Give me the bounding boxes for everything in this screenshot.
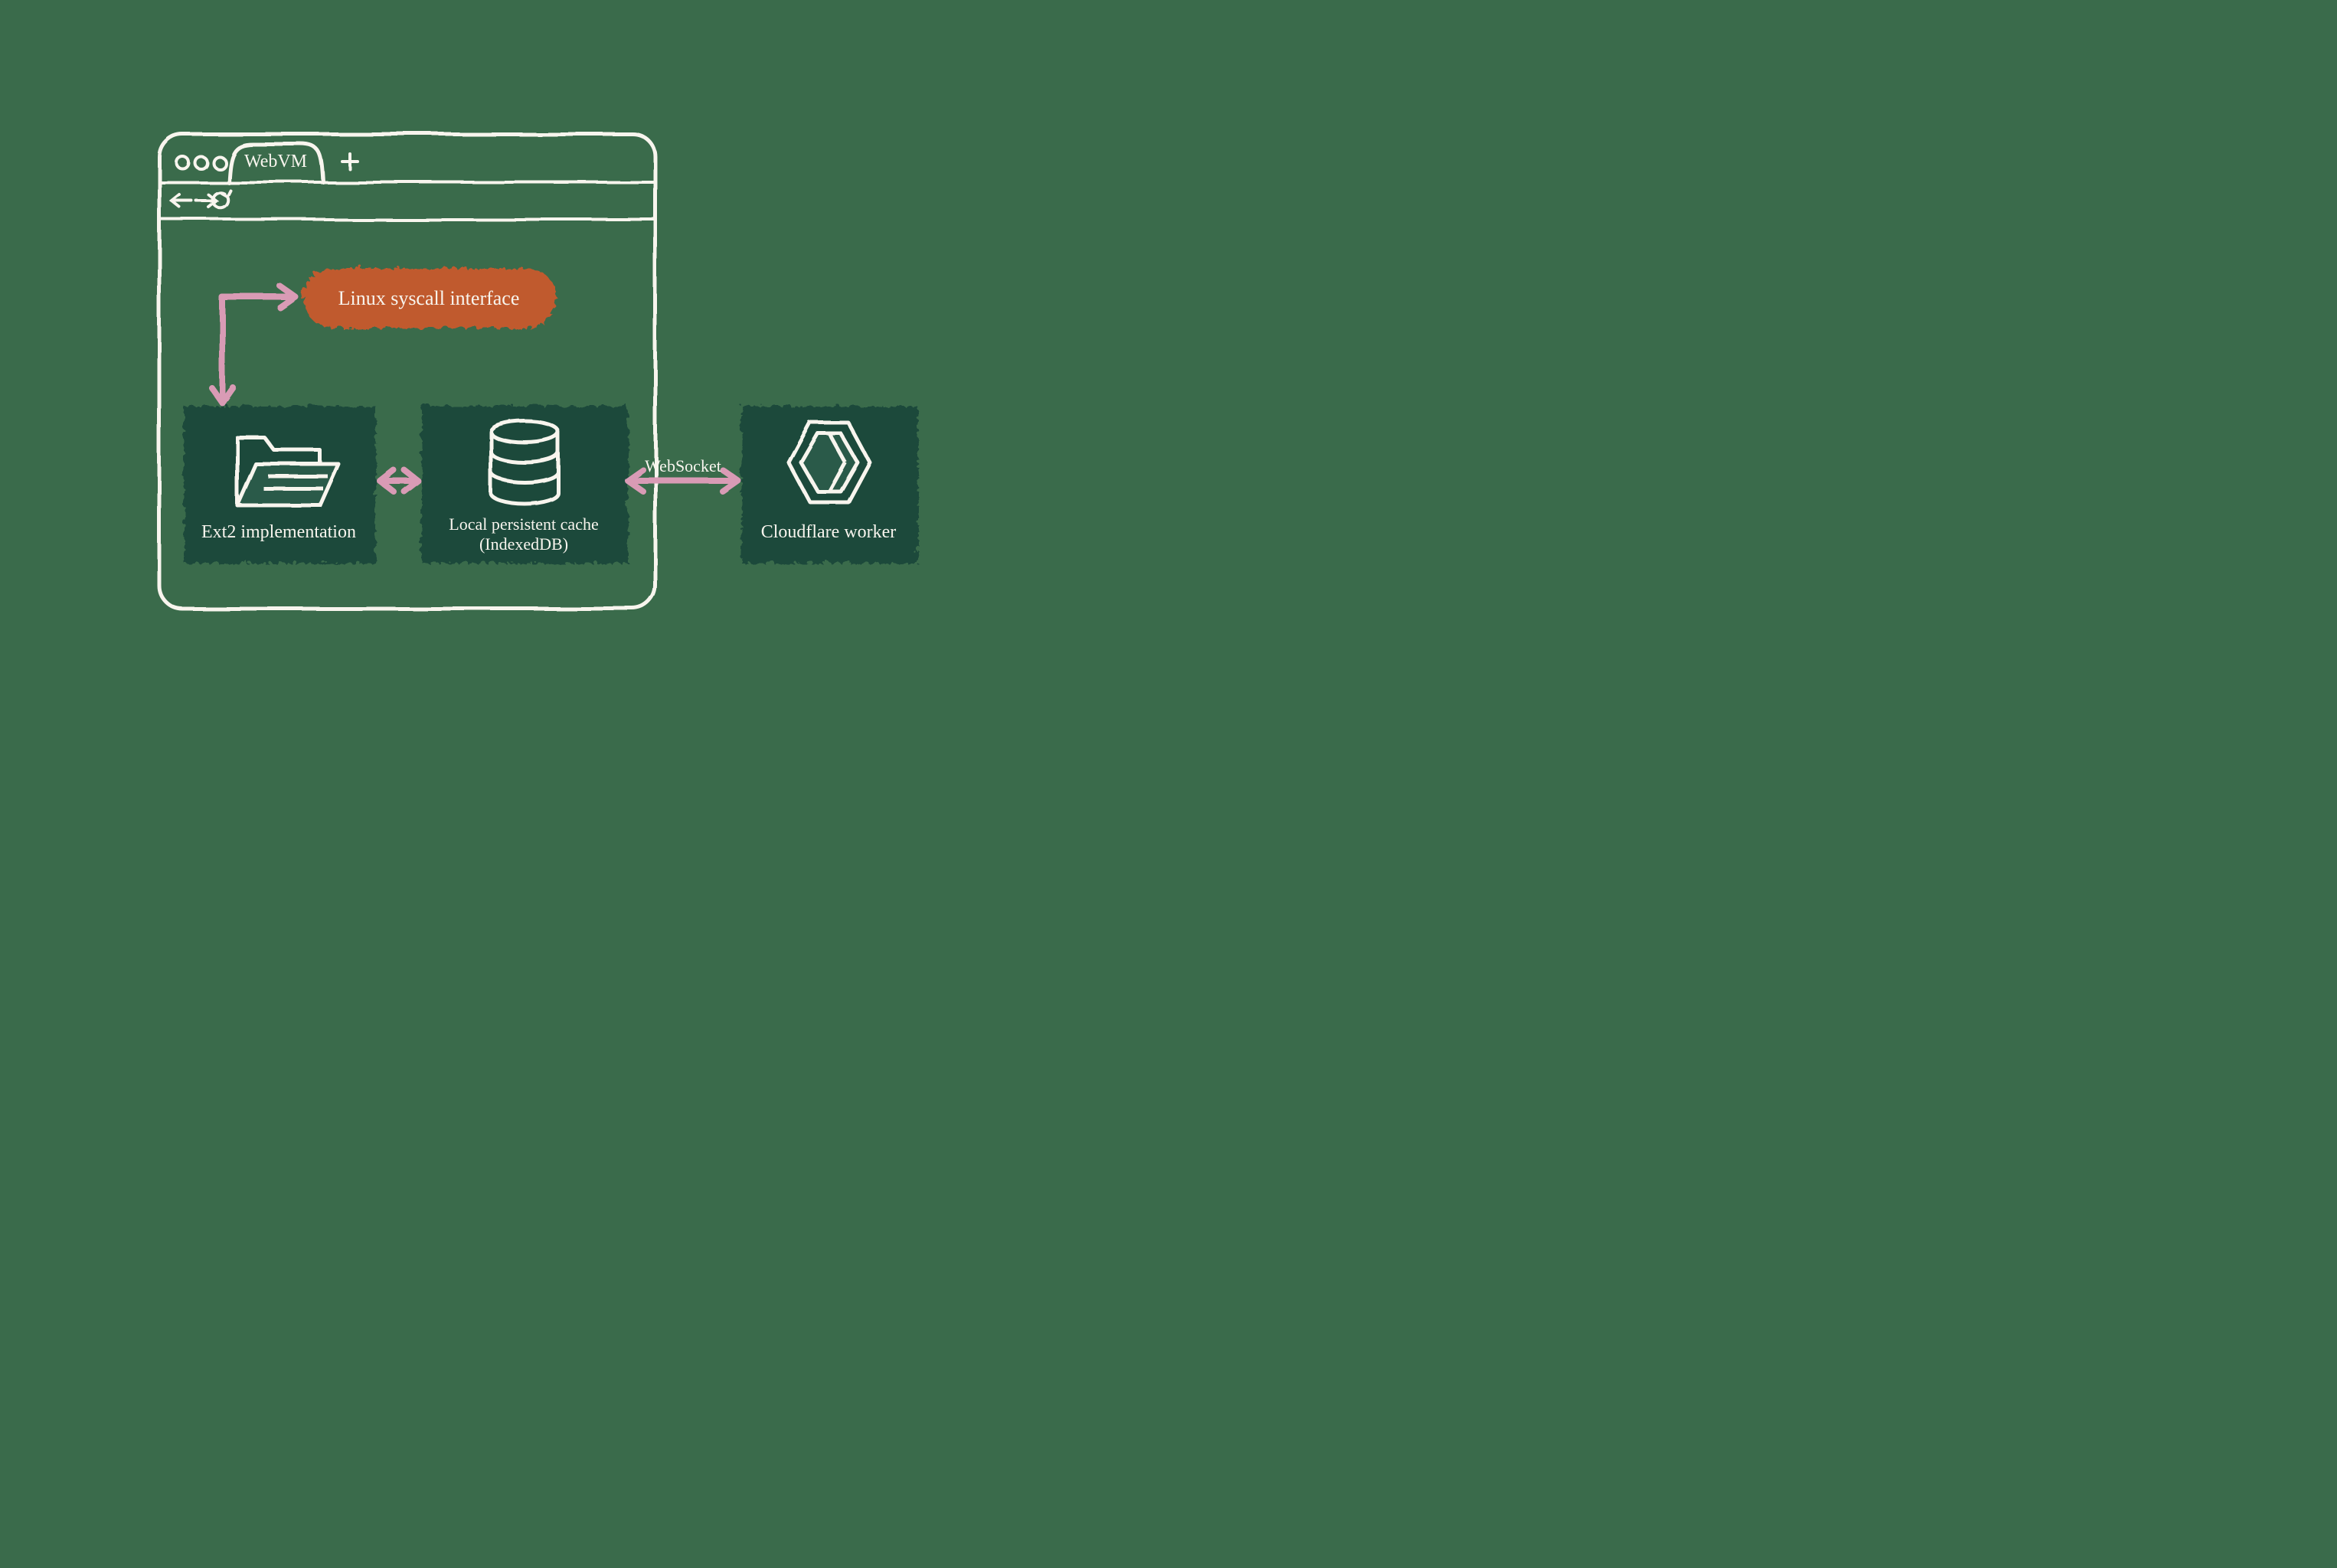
- arrow-ext2-cache: [380, 470, 418, 492]
- node-syscall: Linux syscall interface: [302, 266, 554, 326]
- node-worker: Cloudflare worker: [740, 404, 916, 561]
- arrow-elbow: [211, 286, 296, 403]
- diagram-canvas: WebVM Linux syscall interface Ext2 imple…: [0, 0, 1044, 701]
- node-worker-label: Cloudflare worker: [761, 522, 897, 542]
- diagram-svg: WebVM Linux syscall interface Ext2 imple…: [0, 0, 1044, 701]
- edge-websocket-label: WebSocket: [645, 456, 721, 475]
- browser-tab-title: WebVM: [244, 152, 307, 172]
- new-tab-icon: [342, 153, 357, 168]
- node-ext2: Ext2 implementation: [182, 404, 374, 561]
- node-cache: Local persistent cache (IndexedDB): [420, 404, 626, 561]
- nav-controls: [172, 190, 230, 207]
- node-syscall-label: Linux syscall interface: [338, 287, 520, 309]
- node-cache-label-1: Local persistent cache: [449, 514, 598, 534]
- node-ext2-label: Ext2 implementation: [201, 522, 356, 542]
- node-cache-label-2: (IndexedDB): [479, 534, 568, 554]
